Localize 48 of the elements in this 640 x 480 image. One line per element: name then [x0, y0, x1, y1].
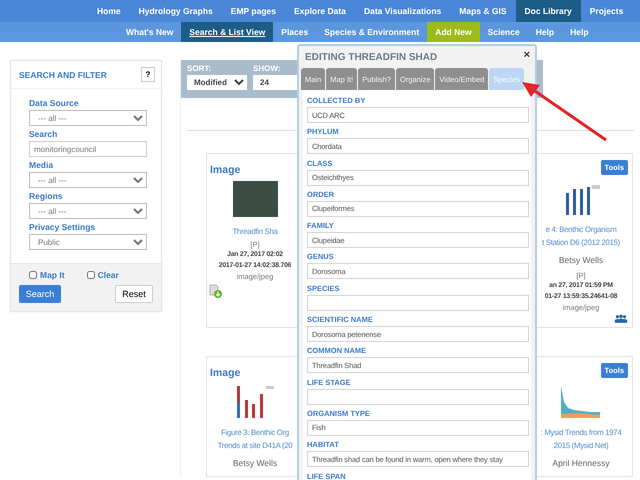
checkbox[interactable] [86, 271, 95, 279]
input-field[interactable] [307, 294, 529, 311]
card-title: Image [210, 164, 240, 176]
sort-dropdown[interactable]: Modified [187, 75, 247, 90]
nav-link[interactable]: Data Visualizations [354, 0, 450, 22]
author-text: Betsy Wells [232, 458, 278, 468]
search-field[interactable]: monitoringcouncil [29, 141, 147, 157]
panel-title: SEARCH AND FILTER [19, 70, 107, 80]
checkbox-label: Map It [40, 270, 65, 280]
group-icon[interactable] [614, 314, 628, 323]
checkbox-label: Clear [98, 270, 119, 280]
help-button[interactable]: ? [141, 67, 155, 82]
file-download-icon[interactable] [209, 284, 223, 298]
dialog-title: EDITING THREADFIN SHAD [305, 52, 438, 63]
subnav-link[interactable]: Places [273, 22, 316, 42]
card-title: Image [210, 367, 240, 379]
field-label: Privacy Settings [29, 222, 96, 232]
show-label: SHOW: [253, 64, 282, 73]
field-label: Media [29, 160, 54, 170]
subnav-link[interactable]: Help [562, 22, 597, 42]
nav-link[interactable]: Hydrology Graphs [130, 0, 222, 22]
dropdown[interactable]: Public [29, 234, 147, 250]
reset-button[interactable]: Reset [115, 285, 153, 303]
nav-link[interactable]: Home [88, 0, 130, 22]
nav-link[interactable]: Maps & GIS [450, 0, 516, 22]
nav-link[interactable]: Projects [580, 0, 632, 22]
field-label: Search [29, 129, 58, 139]
nav-link[interactable]: Explore Data [284, 0, 355, 22]
field-label: Data Source [29, 98, 80, 108]
checkbox[interactable] [29, 271, 37, 279]
author-text: April Hennessy [552, 458, 610, 468]
nav-link[interactable]: EMP pages [222, 0, 285, 22]
subnav-link[interactable]: Help [528, 22, 562, 42]
dropdown[interactable]: --- all --- [29, 203, 147, 219]
search-button[interactable]: Search [19, 285, 61, 303]
close-button[interactable]: × [524, 50, 530, 60]
subnav-link[interactable]: Science [480, 22, 528, 42]
dropdown[interactable]: --- all --- [29, 172, 147, 188]
author-text: Betsy Wells [558, 255, 604, 265]
sort-label: SORT: [187, 64, 212, 73]
input-field[interactable] [307, 388, 529, 405]
subnav-link[interactable]: Add New [427, 22, 480, 42]
nav-link[interactable]: Doc Library [516, 0, 581, 22]
subnav-link[interactable]: Search & List View [181, 22, 274, 42]
subnav-link[interactable]: Species & Environment [316, 22, 428, 42]
subnav-link[interactable]: What's New [118, 22, 182, 42]
dropdown[interactable]: --- all --- [29, 110, 147, 126]
field-label: Regions [29, 191, 64, 201]
